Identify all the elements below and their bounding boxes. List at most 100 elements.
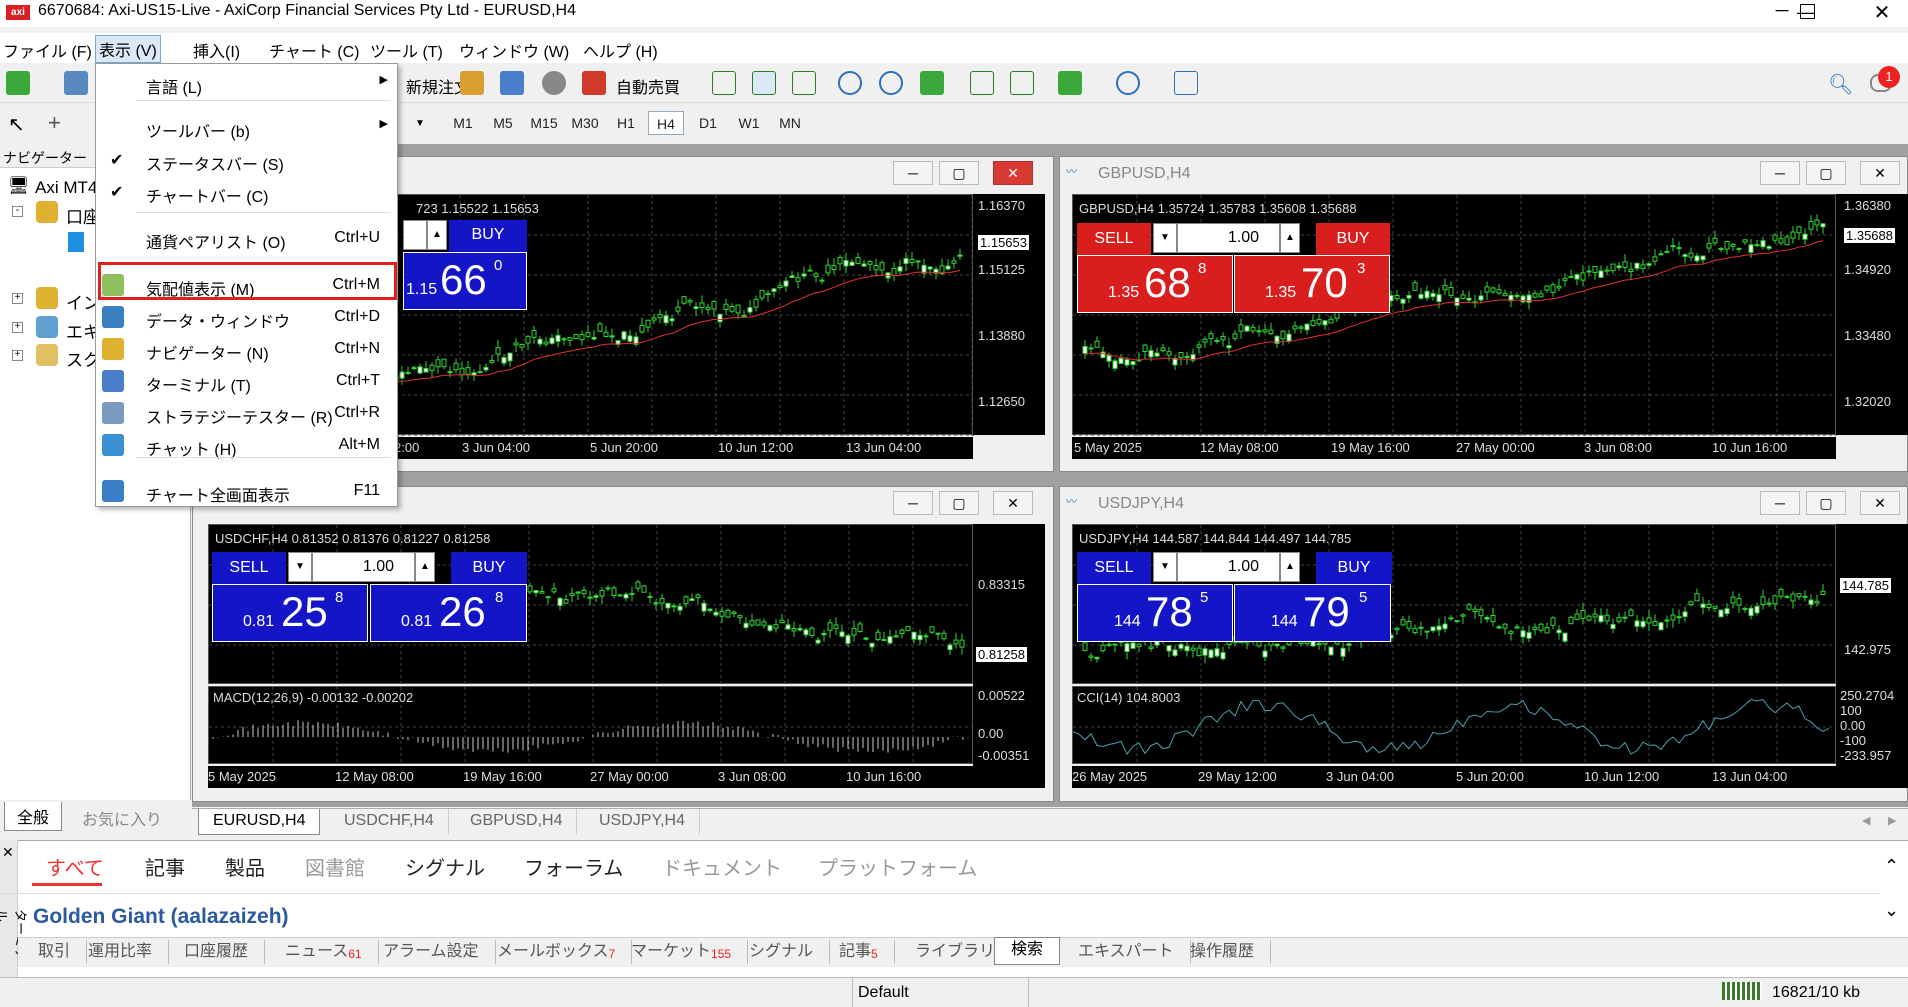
usdjpy-buy-quote[interactable]: 144 79 5 [1234,584,1391,642]
terminal-tab-signals[interactable]: シグナル [405,852,485,881]
search-icon[interactable]: 🔍︎ [1828,72,1853,97]
chart-minimize-button[interactable]: ─ [1760,491,1800,515]
view-menu-item-6[interactable]: データ・ウィンドウ Ctrl+D [96,304,396,331]
candle-chart-icon[interactable] [752,71,776,95]
scroll-down-icon[interactable]: ⌄ [1884,900,1899,921]
usdchf-lot-field[interactable]: 1.00 [312,552,415,582]
cursor-icon[interactable]: ↖ [8,112,25,137]
chart-maximize-button[interactable]: ▢ [939,161,979,185]
bar-chart-icon[interactable] [712,71,736,95]
chart-maximize-button[interactable]: ▢ [1806,161,1846,185]
usdjpy-buy-button[interactable]: BUY [1316,552,1392,584]
zoom-out-icon[interactable] [879,71,903,95]
view-menu-item-1[interactable]: ツールバー (b) ▶ [96,114,396,141]
terminal-bottom-tab-7[interactable]: シグナル [733,940,831,964]
view-menu-item-3[interactable]: ✔ チャートバー (C) [96,179,396,206]
terminal-tab-all[interactable]: すべて [46,852,104,881]
gbpusd-buy-button[interactable]: BUY [1316,223,1390,255]
lot-up-icon[interactable]: ▲ [427,220,447,250]
autoscroll-icon[interactable] [970,71,994,95]
lot-down-icon[interactable]: ▼ [288,552,312,582]
nav-tab-general[interactable]: 全般 [4,802,63,831]
terminal-tab-library[interactable]: 図書館 [305,852,365,881]
tf-m30[interactable]: M30 [567,111,603,135]
gold-icon[interactable] [460,71,484,95]
lot-down-icon[interactable]: ▼ [1153,223,1177,253]
eurusd-lot-field[interactable] [403,220,427,250]
menu-view[interactable]: 表示 (V) [95,35,161,63]
view-menu-item-8[interactable]: ターミナル (T) Ctrl+T [96,368,396,395]
new-chart-icon[interactable] [6,71,30,95]
gbpusd-buy-quote[interactable]: 1.35 70 3 [1234,255,1390,313]
usdchf-buy-button[interactable]: BUY [451,552,527,584]
lot-up-icon[interactable]: ▲ [1280,223,1300,253]
auto-trade-button[interactable]: 自動売買 [616,74,680,98]
usdchf-sell-button[interactable]: SELL [212,552,286,584]
chart-tab-eurusd[interactable]: EURUSD,H4 [198,809,321,835]
view-menu-item-2[interactable]: ✔ ステータスバー (S) [96,147,396,174]
terminal-bottom-tab-1[interactable]: 運用比率 [72,940,170,964]
terminal-bottom-tab-10[interactable]: 検索 [994,937,1061,965]
usdjpy-cci-plot[interactable]: CCI(14) 104.8003 [1072,686,1837,765]
chart-minimize-button[interactable]: ─ [893,491,933,515]
chart-close-button[interactable]: ✕ [1860,161,1900,185]
usdjpy-sell-quote[interactable]: 144 78 5 [1077,584,1233,642]
terminal-bottom-tab-11[interactable]: エキスパート [1062,940,1191,964]
view-menu-item-0[interactable]: 言語 (L) ▶ [96,70,396,97]
tf-w1[interactable]: W1 [731,111,767,135]
usdjpy-lot-field[interactable]: 1.00 [1177,552,1280,582]
chart-tab-usdchf[interactable]: USDCHF,H4 [330,809,449,835]
menu-tools[interactable]: ツール (T) [367,38,446,62]
terminal-bottom-tab-3[interactable]: ニュース61 [269,940,379,964]
periods-icon[interactable] [1116,71,1140,95]
tab-left-arrow-icon[interactable]: ◀ [1862,814,1870,827]
chart-tab-gbpusd[interactable]: GBPUSD,H4 [456,809,578,835]
chart-close-button[interactable]: ✕ [993,161,1033,185]
zoom-in-icon[interactable] [838,71,862,95]
tf-d1[interactable]: D1 [690,111,726,135]
terminal-tab-articles[interactable]: 記事 [145,852,185,881]
usdchf-sell-quote[interactable]: 0.81 25 8 [212,584,368,642]
menu-chart[interactable]: チャート (C) [266,38,363,62]
profiles-icon[interactable] [64,71,88,95]
menu-help[interactable]: ヘルプ (H) [580,38,661,62]
terminal-bottom-tab-2[interactable]: 口座履歴 [168,940,266,964]
minimize-icon[interactable]: ─ [1770,0,1794,27]
lot-up-icon[interactable]: ▲ [415,552,435,582]
terminal-bottom-tab-12[interactable]: 操作履歴 [1174,940,1272,964]
tf-mn[interactable]: MN [772,111,808,135]
view-menu-item-7[interactable]: ナビゲーター (N) Ctrl+N [96,336,396,363]
dropdown-arrow-icon[interactable]: ▼ [415,118,425,129]
usdchf-macd-plot[interactable]: MACD(12,26,9) -0.00132 -0.00202 [208,686,974,765]
nav-tab-favorites[interactable]: お気に入り [70,804,174,832]
search-result-title[interactable]: Golden Giant (aalazaizeh) [33,905,289,929]
lot-down-icon[interactable]: ▼ [1153,552,1177,582]
tf-h4[interactable]: H4 [648,111,684,135]
terminal-bottom-tab-8[interactable]: 記事5 [823,940,895,964]
terminal-bottom-tab-5[interactable]: メールボックス7 [481,940,633,964]
view-menu-item-11[interactable]: チャート全画面表示 F11 [96,478,396,505]
menu-insert[interactable]: 挿入(I) [190,38,243,62]
terminal-tab-docs[interactable]: ドキュメント [662,852,782,881]
nav-root[interactable]: Axi MT4 [35,178,97,198]
chart-shift-icon[interactable] [1010,71,1034,95]
tf-m5[interactable]: M5 [485,111,521,135]
terminal-close-icon[interactable]: ✕ [2,844,14,861]
scroll-up-icon[interactable]: ⌃ [1884,856,1899,877]
menu-file[interactable]: ファイル (F) [0,38,95,62]
menu-window[interactable]: ウィンドウ (W) [456,38,572,62]
usdchf-buy-quote[interactable]: 0.81 26 8 [370,584,527,642]
terminal-bottom-tab-6[interactable]: マーケット155 [615,940,749,964]
maximize-button[interactable] [1800,4,1815,19]
view-menu-item-4[interactable]: 通貨ペアリスト (O) Ctrl+U [96,225,396,252]
chart-close-button[interactable]: ✕ [1860,491,1900,515]
expand-icon[interactable]: + [12,350,23,361]
chart-minimize-button[interactable]: ─ [893,161,933,185]
lot-up-icon[interactable]: ▲ [1280,552,1300,582]
indicators-icon[interactable] [1058,71,1082,95]
usdjpy-sell-button[interactable]: SELL [1077,552,1151,584]
chart-maximize-button[interactable]: ▢ [1806,491,1846,515]
terminal-bottom-tab-4[interactable]: アラーム設定 [367,940,496,964]
terminal-tab-forum[interactable]: フォーラム [524,852,623,881]
chart-minimize-button[interactable]: ─ [1760,161,1800,185]
